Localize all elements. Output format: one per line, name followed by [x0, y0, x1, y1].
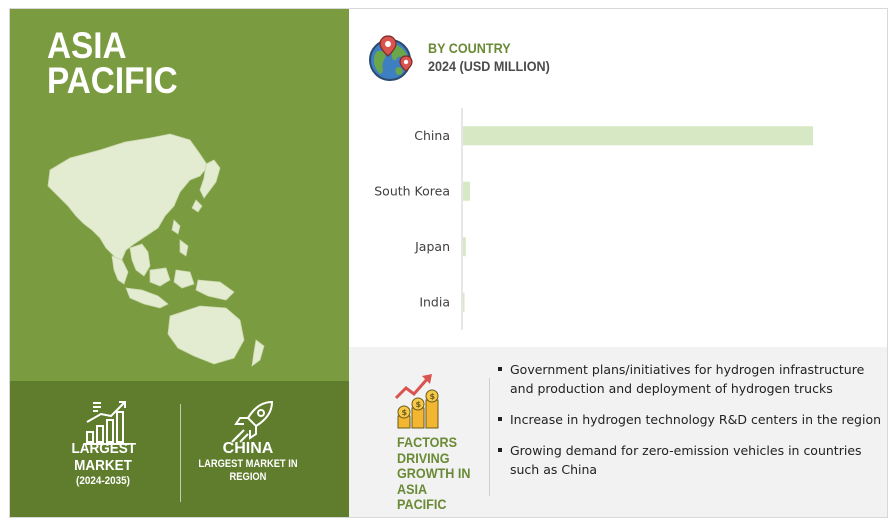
- largest-country-stat: CHINA LARGEST MARKET IN REGION: [188, 440, 308, 484]
- svg-text:$: $: [402, 408, 408, 417]
- asia-pacific-map-icon: [47, 133, 265, 367]
- factor-item: Government plans/initiatives for hydroge…: [497, 360, 882, 398]
- factors-divider: [489, 378, 490, 496]
- coins-growth-icon: $ $ $: [394, 374, 439, 429]
- bar: [463, 292, 465, 312]
- country-desc-line2: REGION: [229, 471, 267, 483]
- largest-period: (2024-2035): [76, 475, 130, 487]
- svg-text:$: $: [430, 392, 436, 401]
- chart-title: BY COUNTRY: [428, 40, 511, 56]
- largest-line2: MARKET: [74, 457, 132, 474]
- country-bar-chart: China South Korea Japan India: [374, 108, 813, 330]
- globe-pin-icon: [369, 35, 413, 81]
- category-label: India: [419, 294, 450, 309]
- factors-list: Government plans/initiatives for hydroge…: [497, 360, 882, 491]
- country-desc-line1: LARGEST MARKET IN: [198, 458, 298, 470]
- bar: [463, 126, 813, 146]
- factor-item: Increase in hydrogen technology R&D cent…: [497, 410, 882, 429]
- stats-divider: [180, 404, 181, 502]
- chart-subtitle: 2024 (USD MILLION): [428, 58, 550, 74]
- category-label: South Korea: [374, 183, 450, 198]
- svg-text:$: $: [416, 400, 422, 409]
- category-label: China: [414, 128, 450, 143]
- largest-market-stat: LARGEST MARKET (2024-2035): [71, 440, 137, 488]
- region-title: ASIA PACIFIC: [47, 25, 178, 101]
- rocket-icon: [231, 400, 274, 443]
- factor-item: Growing demand for zero-emission vehicle…: [497, 441, 882, 479]
- category-label: Japan: [414, 239, 450, 254]
- bar-growth-icon: [85, 401, 129, 445]
- country-name: CHINA: [222, 440, 274, 457]
- bar: [463, 237, 466, 257]
- bar: [463, 181, 470, 201]
- largest-line1: LARGEST: [71, 440, 137, 457]
- factors-title: FACTORS DRIVING GROWTH IN ASIA PACIFIC: [397, 434, 471, 512]
